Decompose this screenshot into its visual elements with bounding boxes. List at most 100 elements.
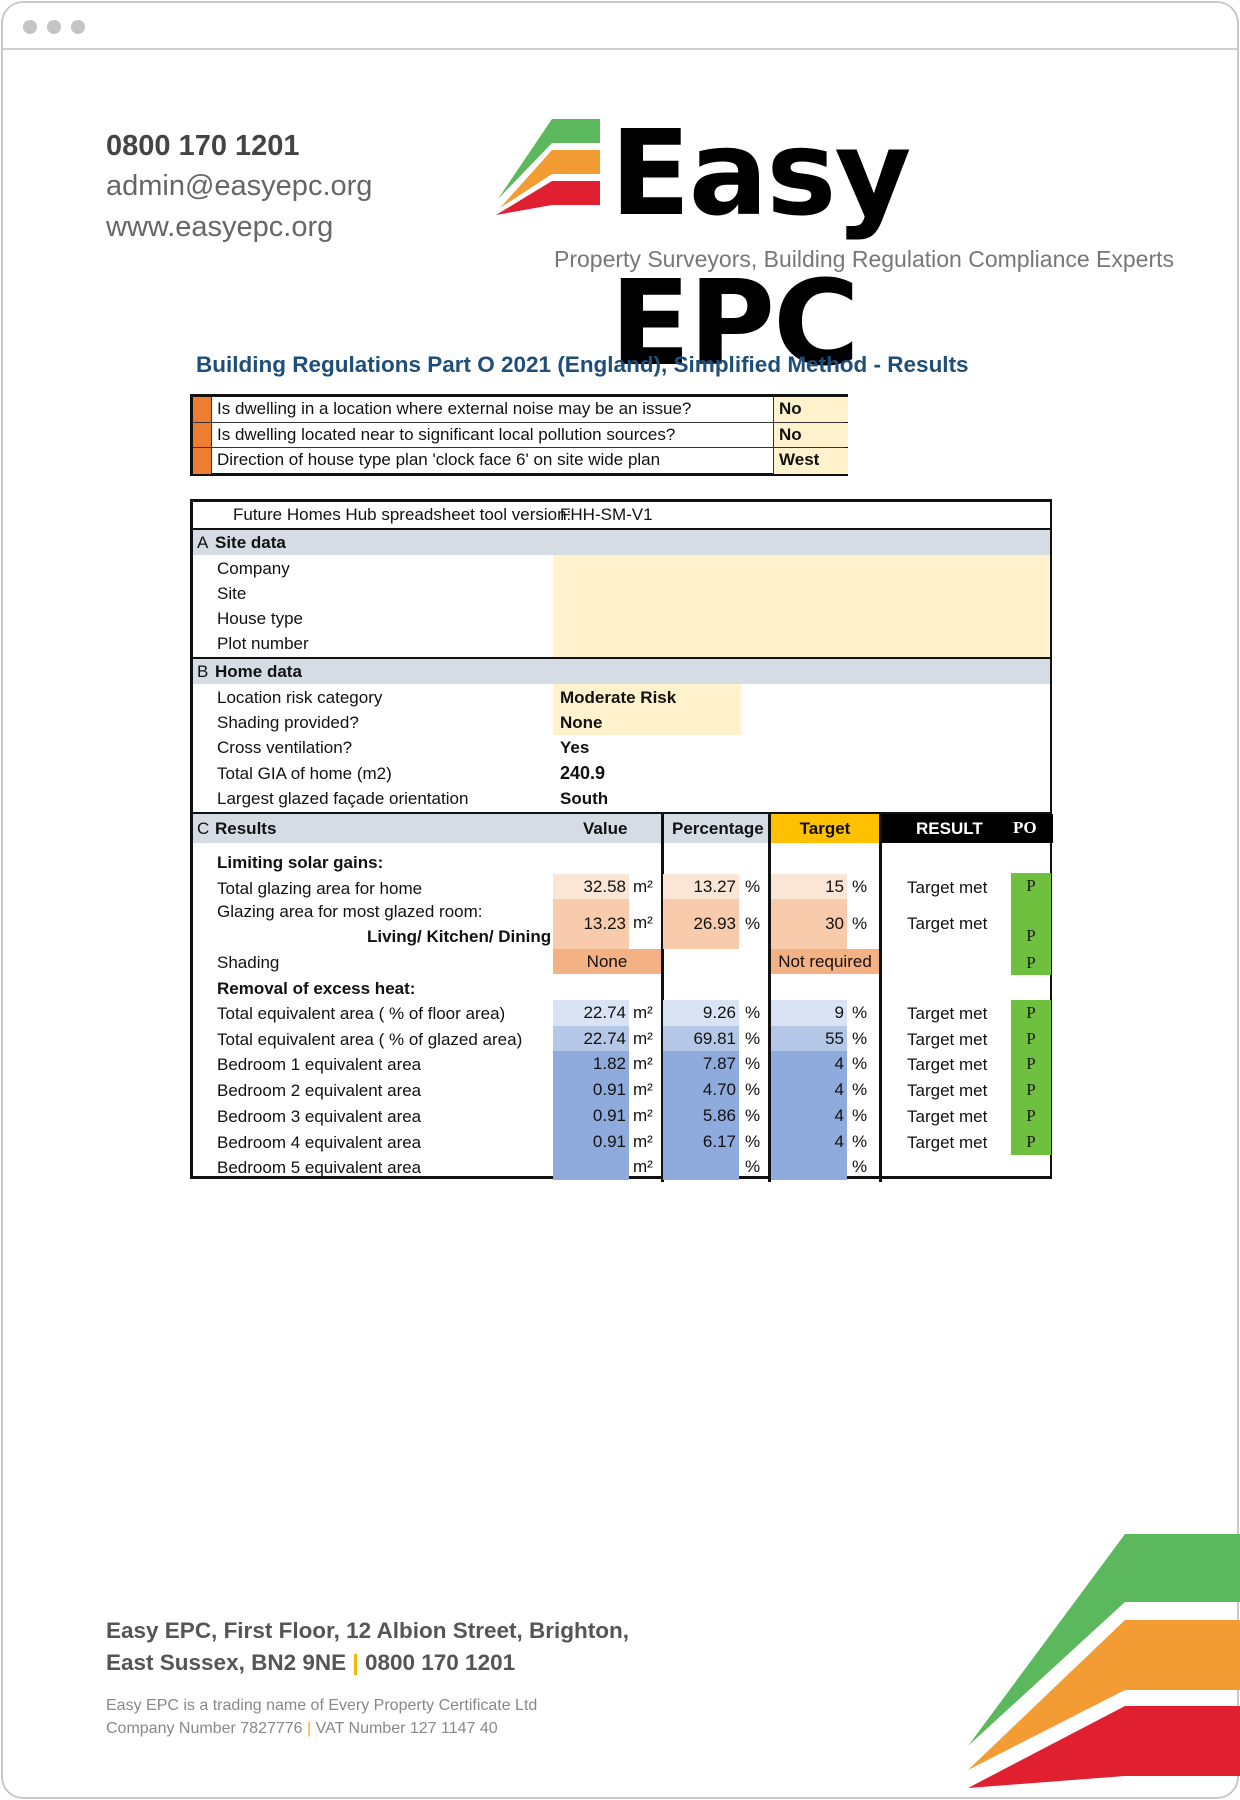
question-marker (193, 448, 212, 474)
address-postcode: East Sussex, BN2 9NE (106, 1650, 347, 1675)
room-name: Living/ Kitchen/ Dining (367, 927, 552, 946)
result-status: Target met (907, 1004, 988, 1023)
vat-number: VAT Number 127 1147 40 (315, 1720, 498, 1737)
result-status: Target met (907, 1081, 988, 1101)
section-letter: A (197, 533, 209, 552)
target-unit: % (852, 1080, 868, 1100)
results-table: Future Homes Hub spreadsheet tool versio… (190, 499, 1053, 1182)
orientation-value: South (560, 789, 609, 808)
column-header-value: Value (583, 819, 628, 838)
field-label: Shading provided? (217, 713, 359, 732)
value-unit: m² (633, 877, 653, 896)
value-cell (553, 1154, 629, 1181)
value-cell: 1.82 (553, 1051, 629, 1078)
easy-epc-logo: Easy EPC (490, 104, 1170, 392)
section-b-header: B Home data (193, 657, 1050, 684)
question-marker (193, 422, 212, 447)
field-label-plot-number: Plot number (217, 634, 309, 653)
title-bar (3, 3, 1237, 50)
question-answer: No (773, 422, 848, 447)
percentage-unit: % (745, 1080, 761, 1100)
window-maximize-button[interactable] (71, 20, 85, 34)
percentage-unit: % (745, 1028, 761, 1048)
percentage-unit: % (745, 877, 761, 896)
target-unit: % (852, 877, 868, 896)
solar-gains-heading: Limiting solar gains: (217, 853, 384, 872)
shading-value: None (560, 713, 603, 732)
section-title: Home data (215, 662, 302, 681)
po-pass-badge: P (1011, 1077, 1051, 1104)
target-cell: 55 (771, 1025, 847, 1052)
field-label: Cross ventilation? (217, 738, 353, 757)
target-cell: 4 (771, 1051, 847, 1078)
footer-legal: Easy EPC is a trading name of Every Prop… (106, 1694, 537, 1740)
target-unit: % (852, 914, 868, 933)
location-risk-value: Moderate Risk (560, 688, 677, 707)
percentage-unit: % (745, 1054, 761, 1074)
target-cell: 4 (771, 1077, 847, 1104)
percentage-cell (663, 1154, 739, 1181)
window-close-button[interactable] (23, 20, 37, 34)
value-cell: 22.74 (553, 1025, 629, 1052)
address-line-1: Easy EPC, First Floor, 12 Albion Street,… (106, 1618, 630, 1643)
result-row-label: Bedroom 1 equivalent area (217, 1055, 422, 1075)
result-row-label: Glazing area for most glazed room: (217, 902, 483, 921)
target-cell: 15 (771, 874, 847, 899)
percentage-cell: 4.70 (663, 1077, 739, 1104)
value-unit: m² (633, 1054, 653, 1074)
percentage-unit: % (745, 1105, 761, 1125)
contact-website[interactable]: www.easyepc.org (106, 207, 372, 248)
percentage-cell: 9.26 (663, 1000, 739, 1026)
footer-address: Easy EPC, First Floor, 12 Albion Street,… (106, 1615, 629, 1679)
question-answer: No (773, 397, 848, 422)
question-row: Is dwelling located near to significant … (193, 422, 848, 448)
window-minimize-button[interactable] (47, 20, 61, 34)
percentage-unit: % (745, 1157, 761, 1177)
section-title: Site data (215, 533, 286, 552)
target-unit: % (852, 1054, 868, 1074)
target-cell (771, 1154, 847, 1181)
target-unit: % (852, 1105, 868, 1125)
column-header-target: Target (771, 814, 879, 843)
po-pass-badge: P (1011, 1025, 1051, 1052)
percentage-unit: % (745, 914, 761, 933)
document-title: Building Regulations Part O 2021 (Englan… (196, 352, 969, 377)
corner-stripes-decoration (968, 1534, 1240, 1788)
target-unit: % (852, 1028, 868, 1048)
field-label-site: Site (217, 584, 247, 603)
po-pass-badge: P (1011, 950, 1051, 975)
result-status: Target met (907, 1055, 988, 1075)
value-unit: m² (633, 1157, 653, 1177)
percentage-cell: 13.27 (663, 874, 739, 899)
result-row-label: Bedroom 5 equivalent area (217, 1158, 422, 1178)
result-status: Target met (907, 878, 988, 897)
result-row-label: Total equivalent area ( % of floor area) (217, 1004, 506, 1023)
question-text: Is dwelling located near to significant … (217, 424, 676, 444)
result-row-label: Shading (217, 953, 280, 972)
tool-version-label: Future Homes Hub spreadsheet tool versio… (233, 505, 572, 524)
separator: | (352, 1650, 359, 1675)
result-status: Target met (907, 1106, 988, 1126)
gia-value: 240.9 (560, 763, 606, 783)
cross-ventilation-value: Yes (560, 738, 590, 757)
result-status: Target met (907, 1029, 988, 1049)
contact-email[interactable]: admin@easyepc.org (106, 166, 372, 207)
footer-phone: 0800 170 1201 (364, 1650, 516, 1675)
company-number: Company Number 7827776 (106, 1720, 303, 1737)
value-unit: m² (633, 1105, 653, 1125)
target-cell: 4 (771, 1128, 847, 1155)
column-header-percentage: Percentage (672, 819, 764, 838)
section-a-header: A Site data (193, 528, 1050, 555)
site-data-input-area[interactable] (553, 555, 1050, 658)
result-row-label: Bedroom 4 equivalent area (217, 1132, 422, 1152)
separator: | (307, 1720, 312, 1737)
trading-name: Easy EPC is a trading name of Every Prop… (106, 1697, 538, 1714)
section-letter: C (197, 819, 210, 838)
tool-version: FHH-SM-V1 (560, 505, 653, 524)
target-cell: 30 (771, 899, 847, 949)
percentage-unit: % (745, 1131, 761, 1151)
excess-heat-heading: Removal of excess heat: (217, 979, 416, 998)
logo-stripes-icon (496, 119, 600, 215)
question-answer: West (773, 448, 848, 474)
question-row: Is dwelling in a location where external… (193, 397, 848, 423)
